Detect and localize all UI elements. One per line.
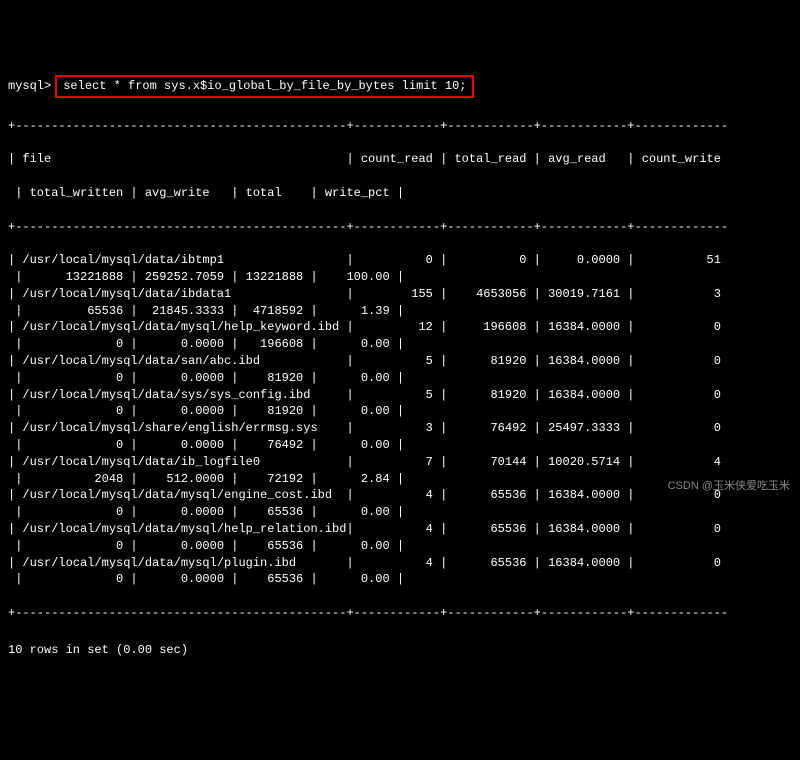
table-row: | 0 | 0.0000 | 65536 | 0.00 | xyxy=(8,538,792,555)
sql-query-highlighted: select * from sys.x$io_global_by_file_by… xyxy=(55,75,474,98)
table-row: | /usr/local/mysql/data/ibtmp1 | 0 | 0 |… xyxy=(8,252,792,269)
table-row: | /usr/local/mysql/data/mysql/help_keywo… xyxy=(8,319,792,336)
table-header-line2: | total_written | avg_write | total | wr… xyxy=(8,185,792,202)
table-row: | /usr/local/mysql/data/mysql/plugin.ibd… xyxy=(8,555,792,572)
table-row: | /usr/local/mysql/data/san/abc.ibd | 5 … xyxy=(8,353,792,370)
table-row: | 0 | 0.0000 | 65536 | 0.00 | xyxy=(8,571,792,588)
prompt-line[interactable]: mysql> select * from sys.x$io_global_by_… xyxy=(8,75,792,98)
table-border-bottom: +---------------------------------------… xyxy=(8,605,792,622)
table-border-top: +---------------------------------------… xyxy=(8,118,792,135)
table-row: | 0 | 0.0000 | 76492 | 0.00 | xyxy=(8,437,792,454)
table-row: | /usr/local/mysql/data/sys/sys_config.i… xyxy=(8,387,792,404)
table-header-line1: | file | count_read | total_read | avg_r… xyxy=(8,151,792,168)
mysql-prompt: mysql> xyxy=(8,78,51,95)
result-message: 10 rows in set (0.00 sec) xyxy=(8,642,792,659)
table-row: | 0 | 0.0000 | 65536 | 0.00 | xyxy=(8,504,792,521)
table-row: | 0 | 0.0000 | 196608 | 0.00 | xyxy=(8,336,792,353)
table-border-mid: +---------------------------------------… xyxy=(8,219,792,236)
table-row: | /usr/local/mysql/data/ib_logfile0 | 7 … xyxy=(8,454,792,471)
table-row: | 0 | 0.0000 | 81920 | 0.00 | xyxy=(8,370,792,387)
table-row: | /usr/local/mysql/data/mysql/help_relat… xyxy=(8,521,792,538)
watermark: CSDN @玉米侠爱吃玉米 xyxy=(668,479,790,494)
table-row: | 65536 | 21845.3333 | 4718592 | 1.39 | xyxy=(8,303,792,320)
table-row: | /usr/local/mysql/data/ibdata1 | 155 | … xyxy=(8,286,792,303)
table-body: | /usr/local/mysql/data/ibtmp1 | 0 | 0 |… xyxy=(8,252,792,588)
table-row: | /usr/local/mysql/share/english/errmsg.… xyxy=(8,420,792,437)
table-row: | 13221888 | 259252.7059 | 13221888 | 10… xyxy=(8,269,792,286)
table-row: | 0 | 0.0000 | 81920 | 0.00 | xyxy=(8,403,792,420)
